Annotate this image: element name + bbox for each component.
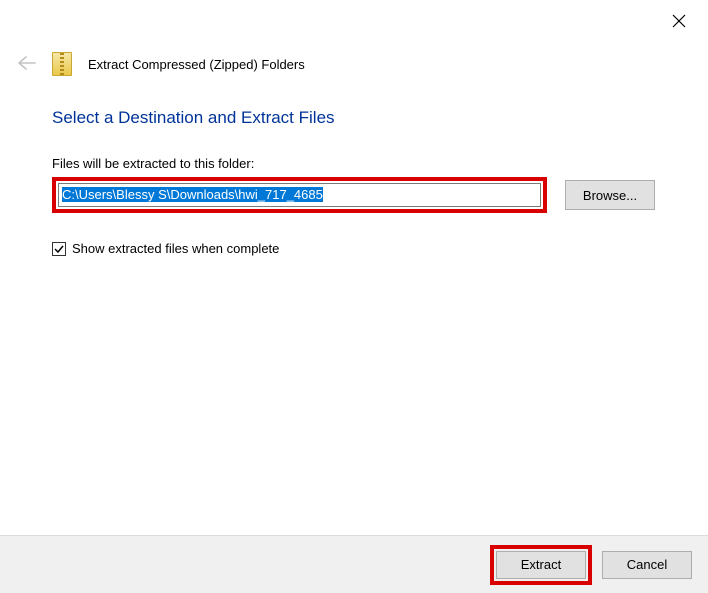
browse-button[interactable]: Browse... [565, 180, 655, 210]
close-button[interactable] [672, 14, 688, 30]
destination-path-input[interactable]: C:\Users\Blessy S\Downloads\hwi_717_4685 [58, 183, 541, 207]
cancel-button[interactable]: Cancel [602, 551, 692, 579]
annotation-highlight-path: C:\Users\Blessy S\Downloads\hwi_717_4685 [52, 177, 547, 213]
dialog-footer: Extract Cancel [0, 535, 708, 593]
show-files-checkbox[interactable] [52, 242, 66, 256]
show-files-label: Show extracted files when complete [72, 241, 279, 256]
extract-button[interactable]: Extract [496, 551, 586, 579]
zip-folder-icon [52, 52, 72, 76]
page-heading: Select a Destination and Extract Files [52, 108, 656, 128]
window-title: Extract Compressed (Zipped) Folders [88, 57, 305, 72]
annotation-highlight-extract: Extract [490, 545, 592, 585]
destination-label: Files will be extracted to this folder: [52, 156, 656, 171]
back-arrow-icon [18, 56, 36, 73]
